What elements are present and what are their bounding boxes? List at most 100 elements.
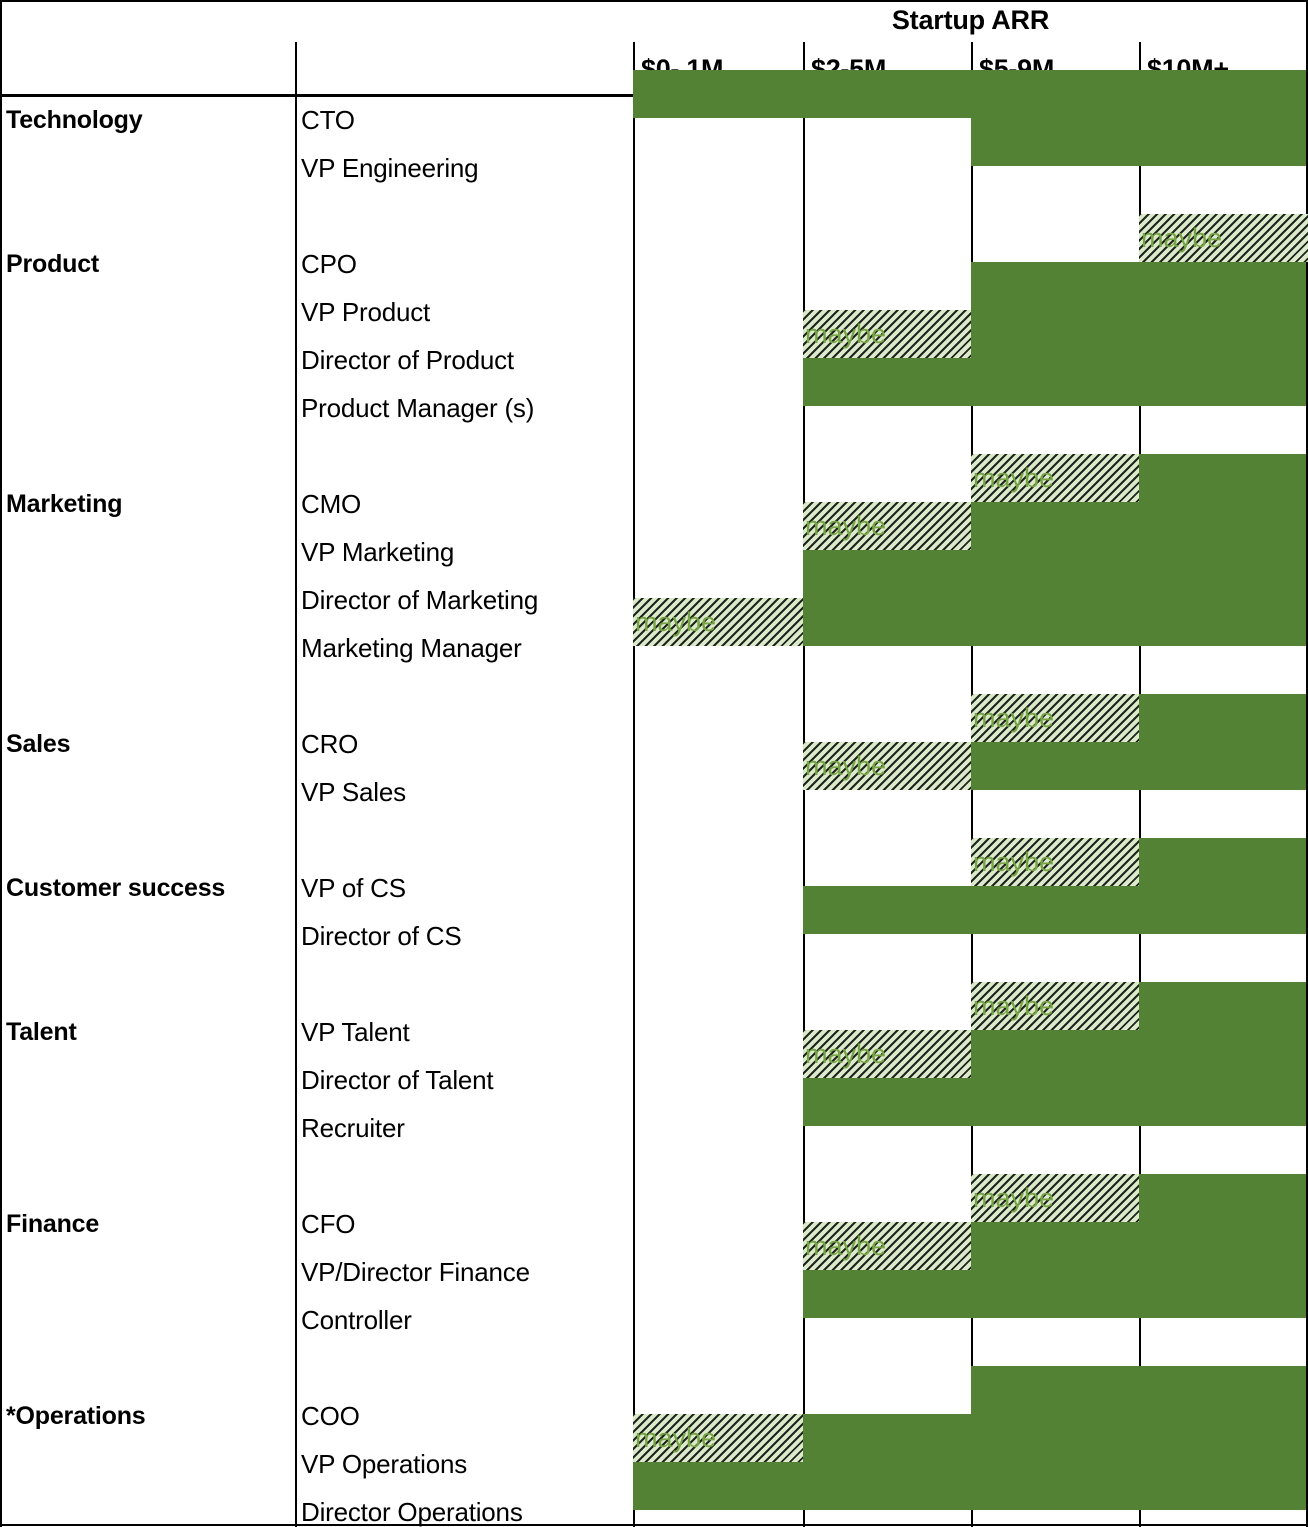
cell-yes [803, 1270, 971, 1318]
cell-yes [1139, 1462, 1306, 1510]
cell-yes [1139, 1078, 1306, 1126]
cell-maybe: maybe [1139, 214, 1308, 262]
cell-yes [971, 262, 1139, 310]
cell-maybe: maybe [971, 454, 1141, 502]
category-label: Talent [6, 1018, 77, 1046]
cell-yes [803, 1078, 971, 1126]
cell-yes [1139, 358, 1306, 406]
cell-maybe: maybe [971, 1174, 1141, 1222]
cell-yes [803, 550, 971, 598]
cell-yes [803, 358, 971, 406]
category-label: Customer success [6, 874, 226, 902]
role-label: CPO [301, 249, 357, 279]
role-label: VP Engineering [301, 153, 479, 183]
cell-yes [1139, 502, 1306, 550]
role-label: Controller [301, 1305, 412, 1335]
cell-yes [1139, 1414, 1306, 1462]
cell-yes [633, 1462, 803, 1510]
role-label: VP Product [301, 297, 431, 327]
cell-maybe: maybe [803, 1030, 973, 1078]
cell-yes [1139, 118, 1306, 166]
cell-yes [971, 1078, 1139, 1126]
cell-yes [803, 598, 971, 646]
cell-yes [971, 598, 1139, 646]
role-label: CRO [301, 729, 359, 759]
cell-yes [1139, 742, 1306, 790]
role-label: CTO [301, 105, 355, 135]
role-label: Director of Talent [301, 1065, 494, 1095]
cell-maybe: maybe [971, 694, 1141, 742]
cell-yes [803, 886, 971, 934]
cell-yes [971, 550, 1139, 598]
cell-yes [971, 1270, 1139, 1318]
cell-yes [633, 70, 803, 118]
table-left-border [0, 0, 2, 1527]
table-bottom-border [0, 1524, 1308, 1526]
cell-yes [971, 1462, 1139, 1510]
cell-maybe: maybe [971, 838, 1141, 886]
cell-yes [1139, 454, 1306, 502]
role-label: VP Operations [301, 1449, 468, 1479]
cell-maybe: maybe [803, 502, 973, 550]
cell-yes [971, 1222, 1139, 1270]
cell-yes [971, 742, 1139, 790]
col-divider-role [295, 42, 297, 1527]
role-label: COO [301, 1401, 360, 1431]
cell-yes [971, 1030, 1139, 1078]
role-label: VP/Director Finance [301, 1257, 530, 1287]
cell-yes [1139, 1270, 1306, 1318]
cell-yes [1139, 886, 1306, 934]
cell-yes [971, 1366, 1139, 1414]
role-label: Marketing Manager [301, 633, 522, 663]
cell-yes [1139, 1366, 1306, 1414]
cell-yes [1139, 598, 1306, 646]
cell-maybe: maybe [971, 982, 1141, 1030]
category-label: Marketing [6, 490, 123, 518]
cell-yes [971, 502, 1139, 550]
cell-yes [1139, 310, 1306, 358]
role-label: Director of Product [301, 345, 514, 375]
cell-yes [971, 1414, 1139, 1462]
cell-yes [1139, 550, 1306, 598]
role-label: VP Marketing [301, 537, 455, 567]
cell-maybe: maybe [803, 742, 973, 790]
cell-yes [1139, 1030, 1306, 1078]
cell-yes [971, 310, 1139, 358]
cell-yes [1139, 70, 1306, 118]
role-label: VP of CS [301, 873, 406, 903]
cell-yes [1139, 262, 1306, 310]
cell-yes [971, 70, 1139, 118]
cell-yes [971, 118, 1139, 166]
category-label: Technology [6, 106, 143, 134]
category-label: Product [6, 250, 100, 278]
cell-yes [803, 1414, 971, 1462]
cell-yes [803, 70, 971, 118]
role-label: CFO [301, 1209, 356, 1239]
cell-yes [1139, 982, 1306, 1030]
role-label: Director of CS [301, 921, 462, 951]
cell-yes [971, 886, 1139, 934]
cell-maybe: maybe [633, 598, 805, 646]
category-label: *Operations [6, 1402, 146, 1430]
cell-yes [1139, 1222, 1306, 1270]
cell-yes [1139, 694, 1306, 742]
arr-hiring-matrix: Startup ARR $0- 1M $2-5M $5-9M $10M+ Tec… [0, 0, 1308, 1527]
cell-yes [803, 1462, 971, 1510]
role-label: CMO [301, 489, 362, 519]
cell-maybe: maybe [803, 1222, 973, 1270]
cell-yes [1139, 1174, 1306, 1222]
category-label: Finance [6, 1210, 100, 1238]
role-label: VP Sales [301, 777, 406, 807]
cell-yes [971, 358, 1139, 406]
cell-maybe: maybe [803, 310, 973, 358]
cell-yes [1139, 838, 1306, 886]
table-top-border [0, 0, 1308, 2]
role-label: Director Operations [301, 1497, 523, 1527]
category-label: Sales [6, 730, 71, 758]
col-divider-1 [633, 42, 635, 1527]
role-label: Recruiter [301, 1113, 405, 1143]
role-label: VP Talent [301, 1017, 410, 1047]
role-label: Product Manager (s) [301, 393, 535, 423]
role-label: Director of Marketing [301, 585, 539, 615]
cell-maybe: maybe [633, 1414, 805, 1462]
